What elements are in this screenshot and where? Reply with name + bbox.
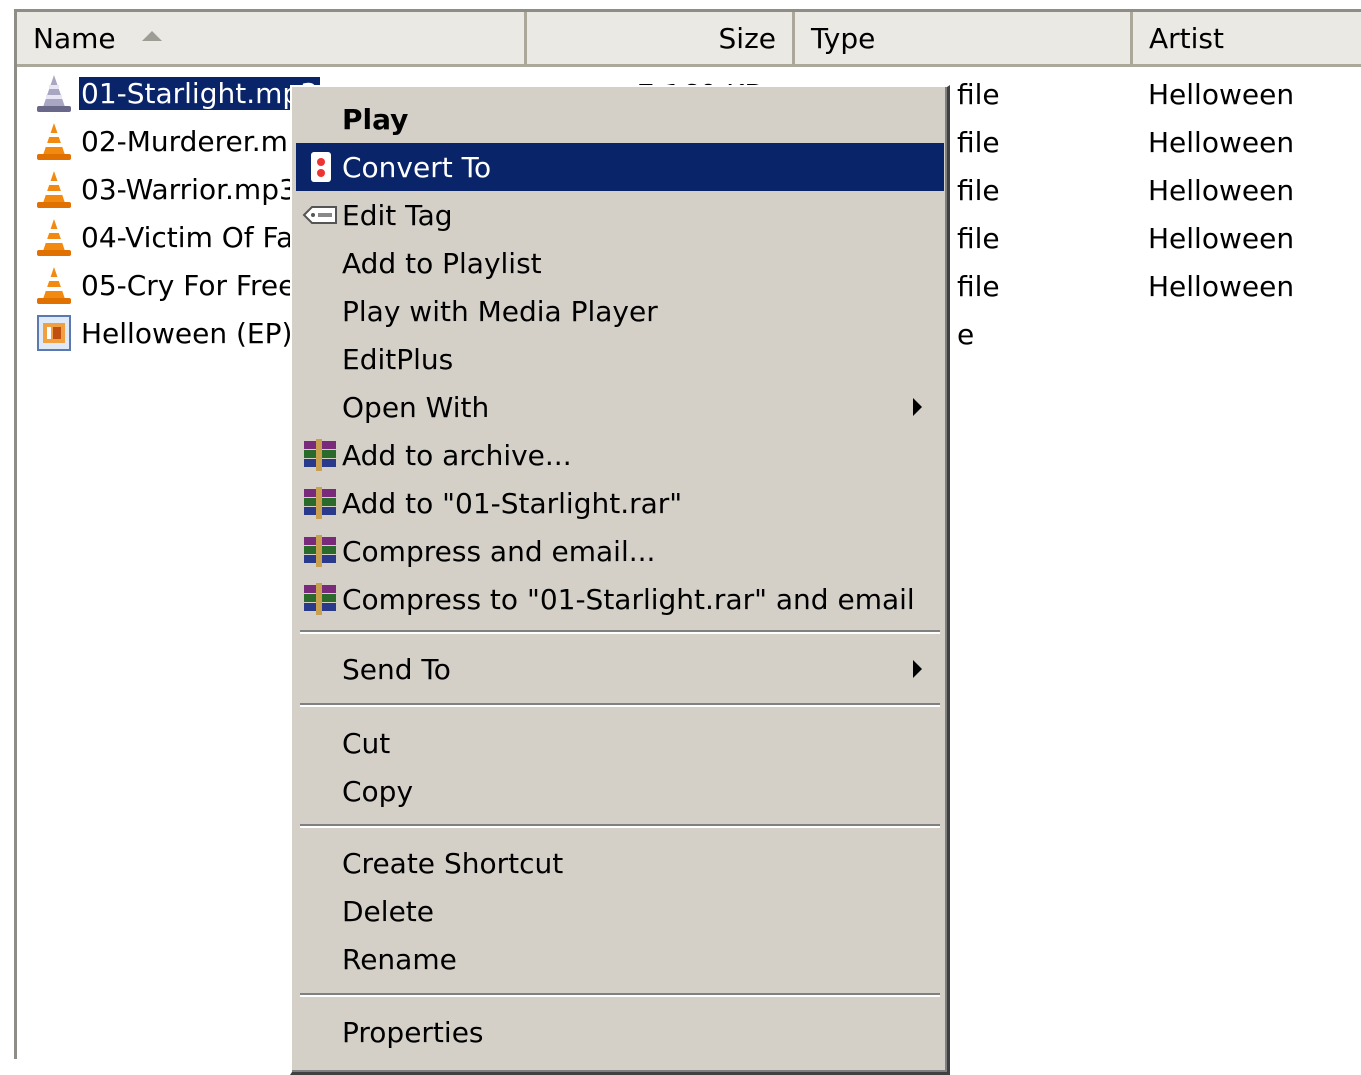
menu-separator xyxy=(300,993,940,997)
menu-item-label: Play xyxy=(342,102,409,136)
menu-item-label: EditPlus xyxy=(342,342,454,376)
column-header-name-label: Name xyxy=(33,21,116,55)
file-type: file xyxy=(957,222,1000,255)
file-name: 03-Warrior.mp3 xyxy=(81,172,297,206)
menu-item-create-shortcut[interactable]: Create Shortcut xyxy=(296,839,944,887)
winrar-icon xyxy=(302,437,338,473)
menu-item-label: Add to Playlist xyxy=(342,246,542,280)
vlc-cone-icon xyxy=(35,73,73,113)
menu-item-play-with-media-player[interactable]: Play with Media Player xyxy=(296,287,944,335)
menu-item-rename[interactable]: Rename xyxy=(296,935,944,983)
menu-separator xyxy=(300,703,940,707)
menu-item-compress-and-email[interactable]: Compress and email... xyxy=(296,527,944,575)
file-row[interactable]: Helloween (EP) xyxy=(35,311,294,355)
menu-item-edit-tag[interactable]: Edit Tag xyxy=(296,191,944,239)
file-name: 01-Starlight.mp3 xyxy=(78,75,321,111)
menu-item-label: Play with Media Player xyxy=(342,294,658,328)
vlc-cone-icon xyxy=(35,217,73,257)
menu-item-label: Rename xyxy=(342,942,457,976)
file-artist: Helloween xyxy=(1148,174,1295,207)
menu-item-convert-to[interactable]: Convert To xyxy=(296,143,944,191)
file-artist: Helloween xyxy=(1148,222,1295,255)
sort-ascending-icon xyxy=(141,31,162,41)
menu-item-label: Cut xyxy=(342,726,391,760)
file-row[interactable]: 05-Cry For Free xyxy=(35,263,297,307)
menu-item-editplus[interactable]: EditPlus xyxy=(296,335,944,383)
winrar-icon xyxy=(302,581,338,617)
file-name: Helloween (EP) xyxy=(81,316,293,350)
menu-item-add-to-archive[interactable]: Add to archive... xyxy=(296,431,944,479)
menu-item-label: Properties xyxy=(342,1015,484,1049)
column-header-artist[interactable]: Artist xyxy=(1133,12,1361,67)
column-header-size[interactable]: Size xyxy=(527,12,795,67)
menu-separator xyxy=(300,824,940,828)
menu-item-label: Edit Tag xyxy=(342,198,453,232)
column-header-type-label: Type xyxy=(811,21,876,55)
file-name: 04-Victim Of Fa xyxy=(81,220,294,254)
menu-item-label: Delete xyxy=(342,894,434,928)
menu-item-properties[interactable]: Properties xyxy=(296,1008,944,1056)
file-row[interactable]: 03-Warrior.mp3 xyxy=(35,167,299,211)
column-header-type[interactable]: Type xyxy=(795,12,1133,67)
menu-item-label: Compress and email... xyxy=(342,534,656,568)
file-type: file xyxy=(957,126,1000,159)
vlc-cone-icon xyxy=(35,169,73,209)
menu-item-label: Create Shortcut xyxy=(342,846,564,880)
menu-item-label: Send To xyxy=(342,652,451,686)
convert-icon xyxy=(302,149,338,185)
file-row[interactable]: 01-Starlight.mp3 xyxy=(35,71,321,115)
file-artist: Helloween xyxy=(1148,126,1295,159)
column-header-size-label: Size xyxy=(718,21,776,55)
file-name: 02-Murderer.mp3 xyxy=(81,124,324,158)
file-row[interactable]: 04-Victim Of Fa xyxy=(35,215,295,259)
vlc-cone-icon xyxy=(35,265,73,305)
context-menu: Play Convert To Edit Tag Add to Playlist… xyxy=(290,85,950,1075)
playlist-file-icon xyxy=(35,313,73,353)
file-artist: Helloween xyxy=(1148,78,1295,111)
menu-item-compress-to-rar-and-email[interactable]: Compress to "01-Starlight.rar" and email xyxy=(296,575,944,623)
menu-separator xyxy=(300,630,940,634)
submenu-arrow-icon xyxy=(913,660,922,678)
file-name: 05-Cry For Free xyxy=(81,268,296,302)
menu-item-label: Copy xyxy=(342,774,414,808)
winrar-icon xyxy=(302,533,338,569)
menu-item-label: Compress to "01-Starlight.rar" and email xyxy=(342,582,915,616)
tag-icon xyxy=(302,197,338,233)
menu-item-label: Add to "01-Starlight.rar" xyxy=(342,486,683,520)
menu-item-play[interactable]: Play xyxy=(296,95,944,143)
file-row[interactable]: 02-Murderer.mp3 xyxy=(35,119,325,163)
winrar-icon xyxy=(302,485,338,521)
column-header-name[interactable]: Name xyxy=(17,12,527,67)
menu-item-send-to[interactable]: Send To xyxy=(296,645,944,693)
file-type: file xyxy=(957,78,1000,111)
menu-item-cut[interactable]: Cut xyxy=(296,719,944,767)
menu-item-label: Add to archive... xyxy=(342,438,572,472)
column-header-row: Name Size Type Artist xyxy=(17,12,1361,67)
vlc-cone-icon xyxy=(35,121,73,161)
column-header-artist-label: Artist xyxy=(1149,21,1224,55)
menu-item-label: Open With xyxy=(342,390,490,424)
file-type: file xyxy=(957,270,1000,303)
menu-item-copy[interactable]: Copy xyxy=(296,767,944,815)
menu-item-add-to-rar[interactable]: Add to "01-Starlight.rar" xyxy=(296,479,944,527)
menu-item-add-to-playlist[interactable]: Add to Playlist xyxy=(296,239,944,287)
file-type: e xyxy=(957,318,975,351)
file-artist: Helloween xyxy=(1148,270,1295,303)
menu-item-delete[interactable]: Delete xyxy=(296,887,944,935)
menu-item-open-with[interactable]: Open With xyxy=(296,383,944,431)
file-type: file xyxy=(957,174,1000,207)
menu-item-label: Convert To xyxy=(342,150,492,184)
submenu-arrow-icon xyxy=(913,398,922,416)
